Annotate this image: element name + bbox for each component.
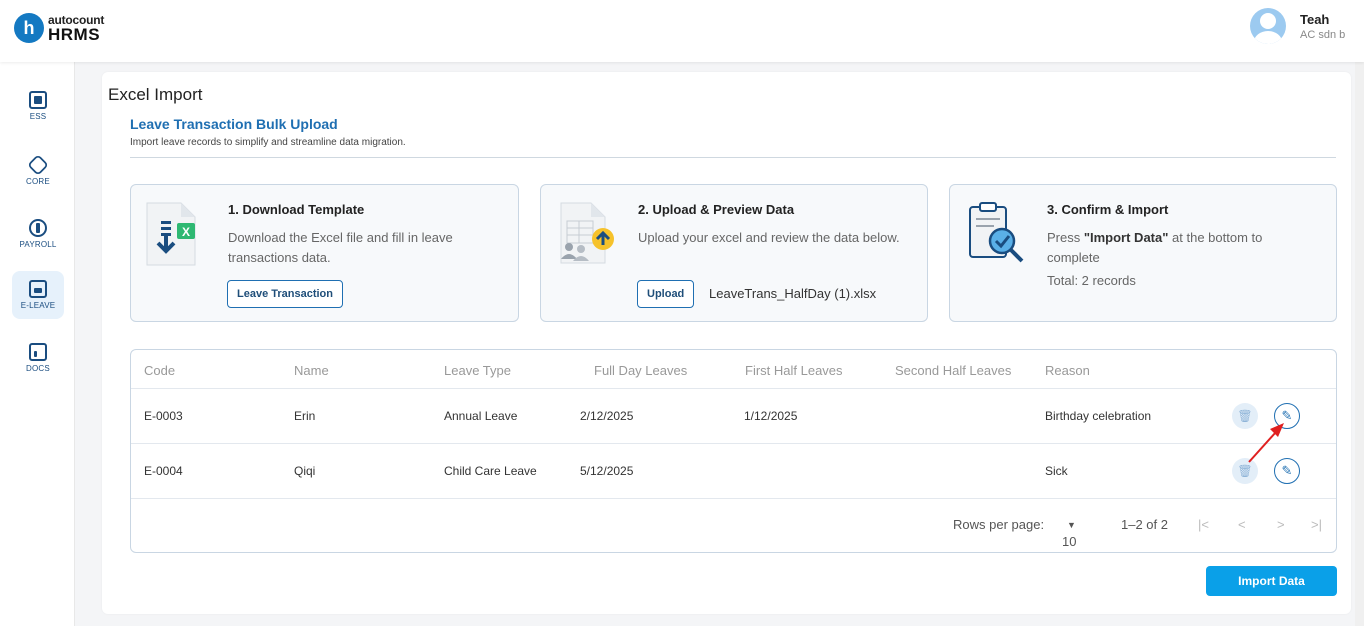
pagination-range: 1–2 of 2	[1121, 517, 1168, 532]
logo-line2: HRMS	[48, 24, 101, 44]
cube-icon	[27, 154, 49, 176]
svg-text:X: X	[182, 225, 190, 239]
column-header: Name	[294, 363, 329, 378]
cell-reason: Sick	[1045, 464, 1068, 478]
pagination: Rows per page: 10 ▼ 1–2 of 2 |< < > >|	[131, 500, 1336, 552]
step-confirm-card: 3. Confirm & Import Press "Import Data" …	[949, 184, 1337, 322]
excel-download-icon: X	[146, 202, 196, 266]
pencil-icon: ✎	[1281, 463, 1293, 478]
import-data-button[interactable]: Import Data	[1206, 566, 1337, 596]
sidebar-item-docs[interactable]: DOCS	[12, 334, 64, 382]
app-logo[interactable]: h autocount HRMS	[14, 13, 104, 43]
sidebar-item-payroll[interactable]: PAYROLL	[12, 210, 64, 258]
cell-full-day: 5/12/2025	[580, 464, 634, 478]
column-header: Reason	[1045, 363, 1090, 378]
cell-leave-type: Annual Leave	[444, 409, 518, 423]
column-header: Leave Type	[444, 363, 511, 378]
dollar-coin-icon	[29, 219, 47, 237]
table-row: E-0004 Qiqi Child Care Leave 5/12/2025 S…	[131, 444, 1336, 499]
delete-row-button[interactable]: 🗑	[1232, 458, 1258, 484]
top-header: h autocount HRMS Teah AC sdn b	[0, 0, 1364, 62]
step-confirm-title: 3. Confirm & Import	[1047, 202, 1169, 217]
sidebar-item-label: E-LEAVE	[20, 301, 56, 310]
logo-mark: h	[14, 13, 44, 43]
cell-reason: Birthday celebration	[1045, 409, 1152, 423]
upload-file-icon	[560, 202, 614, 264]
cell-name: Erin	[294, 409, 316, 423]
total-records: Total: 2 records	[1047, 273, 1136, 288]
caret-down-icon: ▼	[1067, 520, 1076, 530]
first-page-icon[interactable]: |<	[1198, 517, 1209, 532]
cell-code: E-0004	[144, 464, 183, 478]
sidebar: ESS CORE PAYROLL E-LEAVE DOCS	[0, 62, 75, 626]
column-header: Code	[144, 363, 176, 378]
sidebar-item-label: ESS	[29, 112, 47, 121]
rows-per-page-label: Rows per page:	[953, 517, 1045, 532]
cell-leave-type: Child Care Leave	[444, 464, 537, 478]
step-confirm-desc: Press "Import Data" at the bottom to com…	[1047, 230, 1263, 265]
step-download-desc: Download the Excel file and fill in leav…	[228, 230, 453, 265]
cell-code: E-0003	[144, 409, 183, 423]
table-header: Code Name Leave Type Full Day Leaves Fir…	[131, 350, 1336, 389]
scrollbar[interactable]	[1355, 62, 1364, 626]
calendar-icon	[29, 280, 47, 298]
step-download-title: 1. Download Template	[228, 202, 365, 217]
step-upload-card: 2. Upload & Preview Data Upload your exc…	[540, 184, 928, 322]
table-row: E-0003 Erin Annual Leave 2/12/2025 1/12/…	[131, 389, 1336, 444]
page-title: Excel Import	[108, 85, 203, 104]
pencil-icon: ✎	[1281, 408, 1293, 423]
column-header: First Half Leaves	[745, 363, 843, 378]
edit-row-button[interactable]: ✎	[1274, 458, 1300, 484]
step-upload-desc: Upload your excel and review the data be…	[638, 230, 900, 245]
delete-row-button[interactable]: 🗑	[1232, 403, 1258, 429]
clipboard-check-icon	[969, 202, 1024, 263]
user-name: Teah	[1300, 11, 1330, 27]
next-page-icon[interactable]: >	[1277, 517, 1285, 532]
step-upload-title: 2. Upload & Preview Data	[638, 202, 795, 217]
id-badge-icon	[29, 91, 47, 109]
logo-line1: autocount	[48, 12, 105, 27]
document-chart-icon	[29, 343, 47, 361]
section-title: Leave Transaction Bulk Upload	[130, 116, 338, 132]
sidebar-item-ess[interactable]: ESS	[12, 82, 64, 130]
preview-table: Code Name Leave Type Full Day Leaves Fir…	[130, 349, 1337, 553]
sidebar-item-label: DOCS	[26, 364, 50, 373]
sidebar-item-label: PAYROLL	[19, 240, 57, 249]
column-header: Second Half Leaves	[895, 363, 1012, 378]
cell-full-day: 2/12/2025	[580, 409, 634, 423]
rows-per-page-select[interactable]: 10 ▼	[1062, 517, 1076, 549]
divider	[130, 157, 1336, 158]
user-company: AC sdn b	[1300, 28, 1346, 41]
prev-page-icon[interactable]: <	[1238, 517, 1246, 532]
uploaded-file-name: LeaveTrans_HalfDay (1).xlsx	[709, 286, 877, 301]
sidebar-item-eleave[interactable]: E-LEAVE	[12, 271, 64, 319]
cell-name: Qiqi	[294, 464, 316, 478]
trash-icon: 🗑	[1237, 409, 1253, 423]
cell-first-half: 1/12/2025	[744, 409, 798, 423]
edit-row-button[interactable]: ✎	[1274, 403, 1300, 429]
main-content: Excel Import Leave Transaction Bulk Uplo…	[102, 72, 1351, 614]
section-subtitle: Import leave records to simplify and str…	[130, 137, 406, 148]
import-data-emphasis: "Import Data"	[1083, 230, 1169, 245]
column-header: Full Day Leaves	[594, 363, 688, 378]
trash-icon: 🗑	[1237, 464, 1253, 478]
last-page-icon[interactable]: >|	[1311, 517, 1322, 532]
sidebar-item-label: CORE	[26, 177, 50, 186]
avatar[interactable]	[1250, 8, 1286, 44]
sidebar-item-core[interactable]: CORE	[12, 147, 64, 195]
user-menu[interactable]: Teah AC sdn b	[1250, 8, 1345, 44]
step-download-card: X 1. Download Template Download the Exce…	[130, 184, 519, 322]
download-template-button[interactable]: Leave Transaction	[227, 280, 343, 308]
upload-button[interactable]: Upload	[637, 280, 695, 308]
